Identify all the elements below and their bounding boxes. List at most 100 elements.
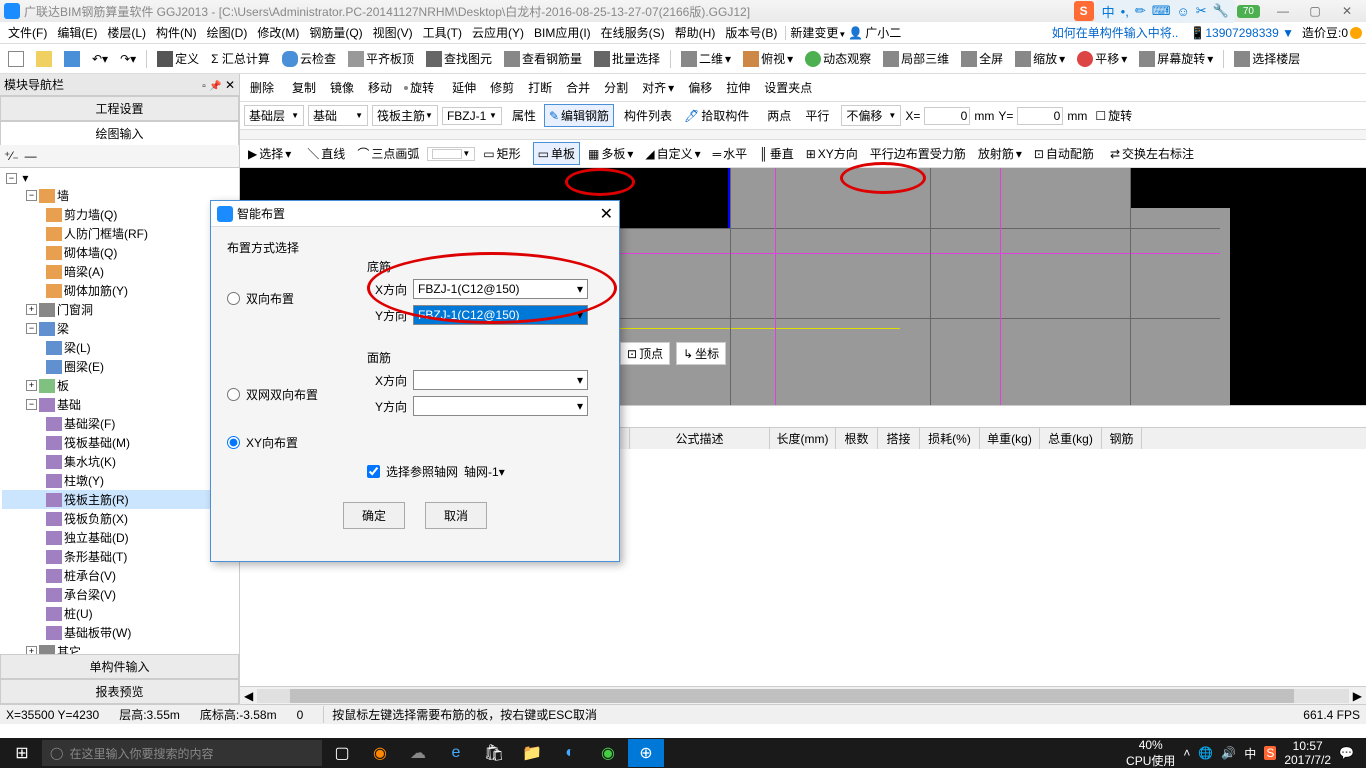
move-button[interactable]: 移动 (362, 77, 396, 98)
tray-sogou-icon[interactable]: S (1264, 746, 1276, 760)
tab-report[interactable]: 报表预览 (0, 679, 239, 704)
local3d-button[interactable]: 局部三维 (879, 48, 953, 69)
menu-cloud[interactable]: 云应用(Y) (468, 22, 528, 43)
coord-button[interactable]: ↳ 坐标 (676, 342, 726, 365)
arc-tool[interactable]: ⌒ 三点画弧 (353, 143, 423, 164)
tab-draw-input[interactable]: 绘图输入 (0, 121, 239, 145)
split-button[interactable]: 分割 (598, 77, 632, 98)
menu-bim[interactable]: BIM应用(I) (530, 22, 595, 43)
flat-button[interactable]: 平齐板顶 (344, 48, 418, 69)
tree-wall[interactable]: 墙 (57, 187, 69, 204)
menu-draw[interactable]: 绘图(D) (203, 22, 252, 43)
ime-lang[interactable]: 中 (1102, 2, 1115, 21)
ref-axis-checkbox[interactable] (367, 465, 380, 478)
merge-button[interactable]: 合并 (560, 77, 594, 98)
subcat-select[interactable]: 筏板主筋▼ (372, 105, 438, 126)
stretch-button[interactable]: 拉伸 (720, 77, 754, 98)
tree-item[interactable]: 柱墩(Y) (64, 472, 104, 489)
tab-project-settings[interactable]: 工程设置 (0, 96, 239, 121)
zoom-button[interactable]: 缩放▾ (1011, 48, 1069, 69)
tree-slab[interactable]: 板 (57, 377, 69, 394)
edit-rebar-button[interactable]: ✎编辑钢筋 (544, 104, 614, 127)
tip-link[interactable]: 如何在单构件输入中将.. (1048, 22, 1183, 43)
find-button[interactable]: 查找图元 (422, 48, 496, 69)
menu-component[interactable]: 构件(N) (152, 22, 201, 43)
phone-link[interactable]: 📱13907298339 ▼ (1190, 26, 1294, 40)
minimize-button[interactable]: — (1268, 2, 1298, 20)
ime-punct[interactable]: •, (1121, 4, 1129, 19)
radio-double-net[interactable] (227, 388, 240, 401)
copy-button[interactable]: 复制 (286, 77, 320, 98)
open-button[interactable] (32, 49, 56, 69)
pin-icon[interactable]: 📌 (209, 81, 221, 92)
y-input[interactable] (1017, 107, 1063, 125)
tree-item[interactable]: 独立基础(D) (64, 529, 129, 546)
tree-item[interactable]: 基础梁(F) (64, 415, 115, 432)
align-button[interactable]: 对齐▾ (636, 77, 678, 98)
new-change-button[interactable]: 新建变更▼ (790, 24, 846, 41)
bottom-x-select[interactable]: FBZJ-1(C12@150)▾ (413, 279, 588, 299)
tray-net-icon[interactable]: 🌐 (1198, 746, 1213, 760)
2d-button[interactable]: 二维▾ (677, 48, 735, 69)
menu-online[interactable]: 在线服务(S) (597, 22, 669, 43)
bottom-y-select[interactable]: FBZJ-1(C12@150)▾ (413, 305, 588, 325)
menu-version[interactable]: 版本号(B) (721, 22, 781, 43)
offset-select[interactable]: 不偏移▼ (841, 105, 901, 126)
tree-item[interactable]: 桩承台(V) (64, 567, 116, 584)
taskbar-explorer[interactable]: 📁 (514, 739, 550, 767)
parside-button[interactable]: 平行边布置受力筋 (866, 143, 970, 164)
cancel-button[interactable]: 取消 (425, 502, 487, 529)
tray-ime-icon[interactable]: 中 (1244, 745, 1256, 762)
tray-notif-icon[interactable]: 💬 (1339, 746, 1354, 760)
fullscreen-button[interactable]: 全屏 (957, 48, 1007, 69)
h-scrollbar[interactable]: ◀▶ (240, 686, 1366, 704)
twopt-button[interactable]: 两点 (761, 105, 795, 126)
tree-item[interactable]: 砌体墙(Q) (64, 244, 117, 261)
select-tool[interactable]: ▶ 选择▾ (244, 143, 295, 164)
mirror-button[interactable]: 镜像 (324, 77, 358, 98)
tree-item[interactable]: 条形基础(T) (64, 548, 127, 565)
tree-beam[interactable]: 梁 (57, 320, 69, 337)
tree-item[interactable]: 砌体加筋(Y) (64, 282, 128, 299)
tray-up-icon[interactable]: ˄ (1183, 746, 1190, 760)
menu-help[interactable]: 帮助(H) (671, 22, 720, 43)
tree-item[interactable]: 剪力墙(Q) (64, 206, 117, 223)
tree-item[interactable]: 集水坑(K) (64, 453, 116, 470)
maximize-button[interactable]: ▢ (1300, 2, 1330, 20)
trim-button[interactable]: 修剪 (484, 77, 518, 98)
taskbar-app[interactable]: ⊕ (628, 739, 664, 767)
tray-vol-icon[interactable]: 🔊 (1221, 746, 1236, 760)
property-button[interactable]: 属性 (506, 105, 540, 126)
comp-list-button[interactable]: 构件列表 (618, 105, 676, 126)
tree-item[interactable]: 人防门框墙(RF) (64, 225, 148, 242)
component-tree[interactable]: − ▾ −墙 剪力墙(Q) 人防门框墙(RF) 砌体墙(Q) 暗梁(A) 砌体加… (0, 168, 239, 654)
single-slab-button[interactable]: ▭ 单板 (533, 142, 580, 165)
tree-item[interactable]: 圈梁(E) (64, 358, 104, 375)
tree-item[interactable]: 筏板基础(M) (64, 434, 130, 451)
ime-pen-icon[interactable]: ✏ (1135, 3, 1146, 19)
start-button[interactable]: ⊞ (4, 739, 40, 767)
break-button[interactable]: 打断 (522, 77, 556, 98)
menu-file[interactable]: 文件(F) (4, 22, 51, 43)
horiz-button[interactable]: ═ 水平 (709, 143, 752, 164)
ime-tool-icon[interactable]: 🔧 (1213, 3, 1229, 19)
undo-button[interactable]: ↶▾ (88, 50, 112, 68)
taskbar-app[interactable]: ☁ (400, 739, 436, 767)
parallel-button[interactable]: 平行 (799, 105, 833, 126)
menu-modify[interactable]: 修改(M) (253, 22, 303, 43)
new-button[interactable] (4, 49, 28, 69)
screen-rotate-button[interactable]: 屏幕旋转▾ (1135, 48, 1217, 69)
xy-dir-button[interactable]: ⊞ XY方向 (802, 143, 862, 164)
item-select[interactable]: FBZJ-1▼ (442, 107, 502, 125)
radio-xy-dir[interactable] (227, 436, 240, 449)
rect-tool[interactable]: ▭ 矩形 (479, 143, 524, 164)
search-box[interactable]: ◯ 在这里输入你要搜索的内容 (42, 740, 322, 766)
redo-button[interactable]: ↷▾ (116, 50, 140, 68)
delete-button[interactable]: 删除 (244, 77, 278, 98)
tree-other[interactable]: 其它 (57, 643, 81, 654)
tree-item[interactable]: 暗梁(A) (64, 263, 104, 280)
user-name[interactable]: 广小二 (865, 24, 901, 41)
tree-item[interactable]: 梁(L) (64, 339, 91, 356)
pick-button[interactable]: 🖊拾取构件 (680, 105, 753, 126)
menu-view[interactable]: 视图(V) (369, 22, 417, 43)
